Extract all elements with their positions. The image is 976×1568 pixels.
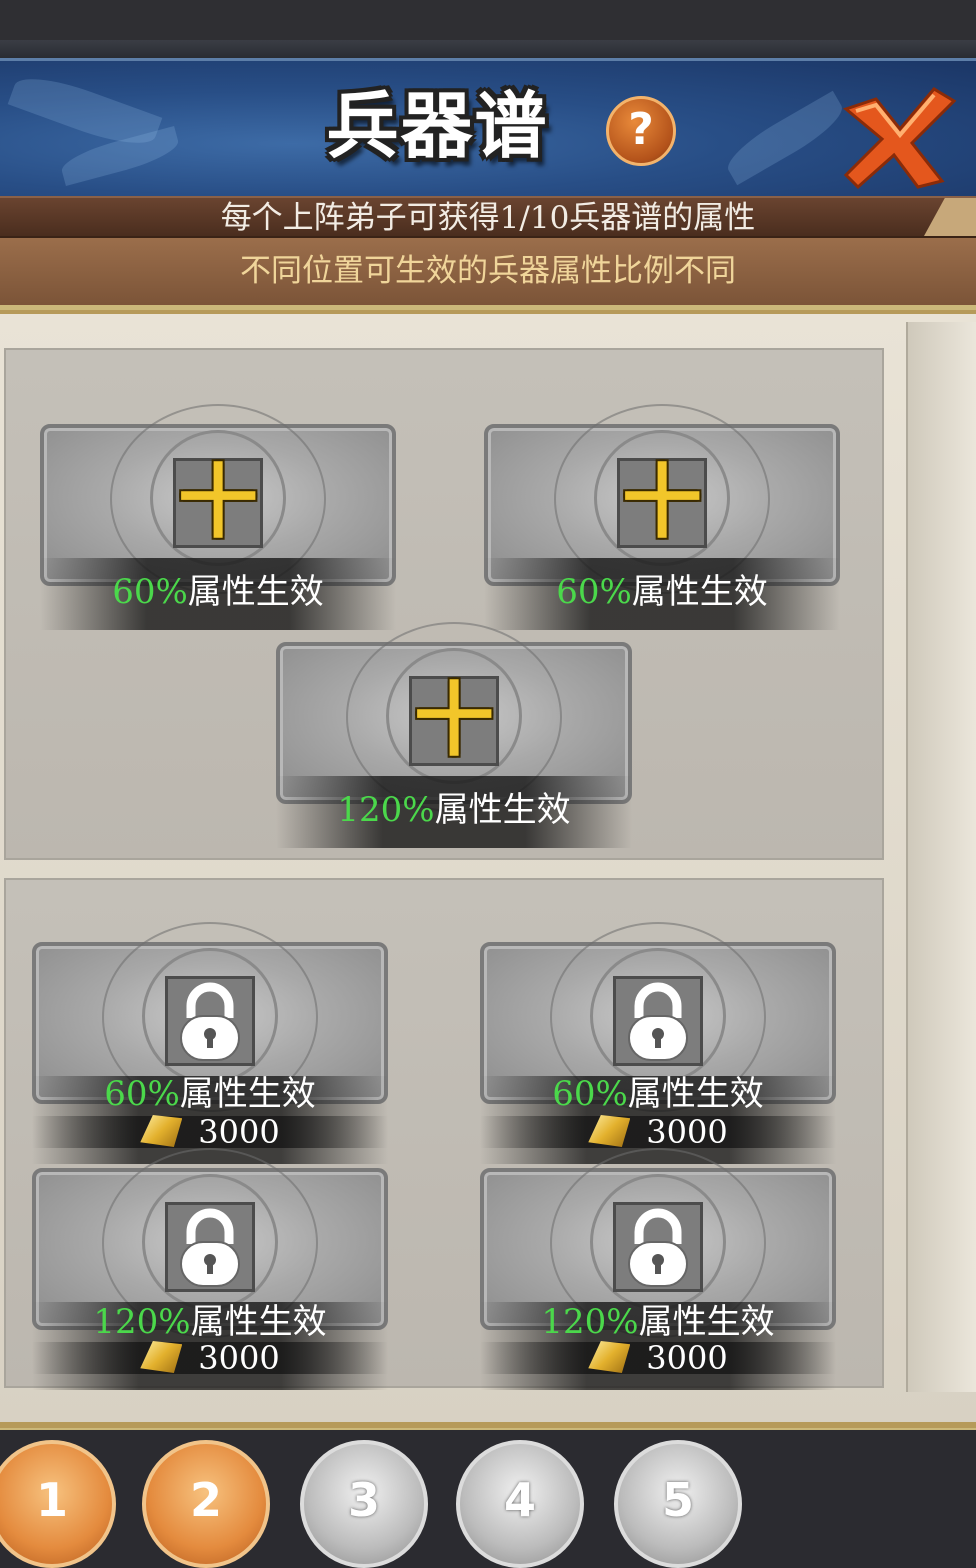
slot-suffix: 属性生效 [627, 1074, 764, 1114]
lock-icon [180, 1208, 240, 1287]
unlock-cost[interactable]: 3000 [32, 1340, 388, 1376]
weapon-slot-active[interactable]: 十 120%属性生效 [276, 622, 632, 848]
slot-suffix: 属性生效 [631, 572, 768, 612]
weapon-slot-locked[interactable]: 120%属性生效 3000 [32, 1148, 388, 1390]
gold-ingot-icon [140, 1115, 183, 1147]
slot-suffix: 属性生效 [190, 1302, 327, 1342]
plus-icon[interactable]: 十 [409, 676, 499, 766]
cost-value: 3000 [646, 1113, 728, 1151]
gold-ingot-icon [588, 1341, 631, 1373]
slot-effect-label: 60%属性生效 [480, 1074, 836, 1114]
slot-suffix: 属性生效 [638, 1302, 775, 1342]
slot-percent: 120% [337, 790, 435, 830]
info-bar: 每个上阵弟子可获得1/10兵器谱的属性 [0, 196, 976, 238]
cost-value: 3000 [198, 1339, 280, 1377]
weapon-slot-active[interactable]: 十 60%属性生效 [484, 404, 840, 630]
bamboo-leaf-decoration [720, 90, 850, 186]
slot-percent: 60% [552, 1074, 628, 1114]
lock-icon [628, 1208, 688, 1287]
slot-suffix: 属性生效 [179, 1074, 316, 1114]
page-title: 兵器谱 [326, 84, 549, 168]
top-bar [0, 0, 976, 40]
slot-effect-label: 60%属性生效 [40, 572, 396, 612]
tab-page-3[interactable]: 3 [300, 1440, 428, 1568]
top-strip [0, 40, 976, 58]
close-x-icon[interactable] [838, 81, 958, 191]
plus-icon[interactable]: 十 [617, 458, 707, 548]
question-icon[interactable]: ? [606, 96, 676, 166]
tab-page-5[interactable]: 5 [614, 1440, 742, 1568]
weapon-slot-locked[interactable]: 60%属性生效 3000 [32, 922, 388, 1164]
slot-percent: 60% [104, 1074, 180, 1114]
book-right-page [906, 322, 976, 1392]
slot-percent: 60% [112, 572, 188, 612]
gold-ingot-icon [140, 1341, 183, 1373]
slot-effect-label: 120%属性生效 [480, 1302, 836, 1342]
tab-page-1[interactable]: 1 [0, 1440, 116, 1568]
lock-icon [180, 982, 240, 1061]
unlock-cost[interactable]: 3000 [480, 1340, 836, 1376]
cost-value: 3000 [646, 1339, 728, 1377]
info-line-1: 每个上阵弟子可获得1/10兵器谱的属性 [220, 200, 756, 236]
info-line-2: 不同位置可生效的兵器属性比例不同 [240, 253, 736, 289]
page-tabs: 1 2 3 4 5 [0, 1430, 976, 1568]
slot-percent: 120% [541, 1302, 639, 1342]
slot-percent: 120% [93, 1302, 191, 1342]
lock-icon [628, 982, 688, 1061]
slot-percent: 60% [556, 572, 632, 612]
slot-suffix: 属性生效 [187, 572, 324, 612]
slot-suffix: 属性生效 [434, 790, 571, 830]
slot-effect-label: 60%属性生效 [32, 1074, 388, 1114]
unlock-cost[interactable]: 3000 [32, 1114, 388, 1150]
active-slots-panel: 十 60%属性生效 十 60%属性生效 十 120%属性生效 [4, 348, 884, 860]
slot-effect-label: 120%属性生效 [276, 790, 632, 830]
weapon-slot-locked[interactable]: 60%属性生效 3000 [480, 922, 836, 1164]
unlock-cost[interactable]: 3000 [480, 1114, 836, 1150]
slot-effect-label: 60%属性生效 [484, 572, 840, 612]
info-bar-2: 不同位置可生效的兵器属性比例不同 [0, 238, 976, 308]
locked-slots-panel: 60%属性生效 3000 60%属性生效 3000 120%属性生效 3000 … [4, 878, 884, 1390]
weapon-slot-locked[interactable]: 120%属性生效 3000 [480, 1148, 836, 1390]
tab-page-4[interactable]: 4 [456, 1440, 584, 1568]
header-banner: 兵器谱 ? [0, 58, 976, 199]
slot-effect-label: 120%属性生效 [32, 1302, 388, 1342]
help-text: ? [628, 104, 654, 155]
tab-page-2[interactable]: 2 [142, 1440, 270, 1568]
gold-ingot-icon [588, 1115, 631, 1147]
plus-icon[interactable]: 十 [173, 458, 263, 548]
cost-value: 3000 [198, 1113, 280, 1151]
weapon-slot-active[interactable]: 十 60%属性生效 [40, 404, 396, 630]
